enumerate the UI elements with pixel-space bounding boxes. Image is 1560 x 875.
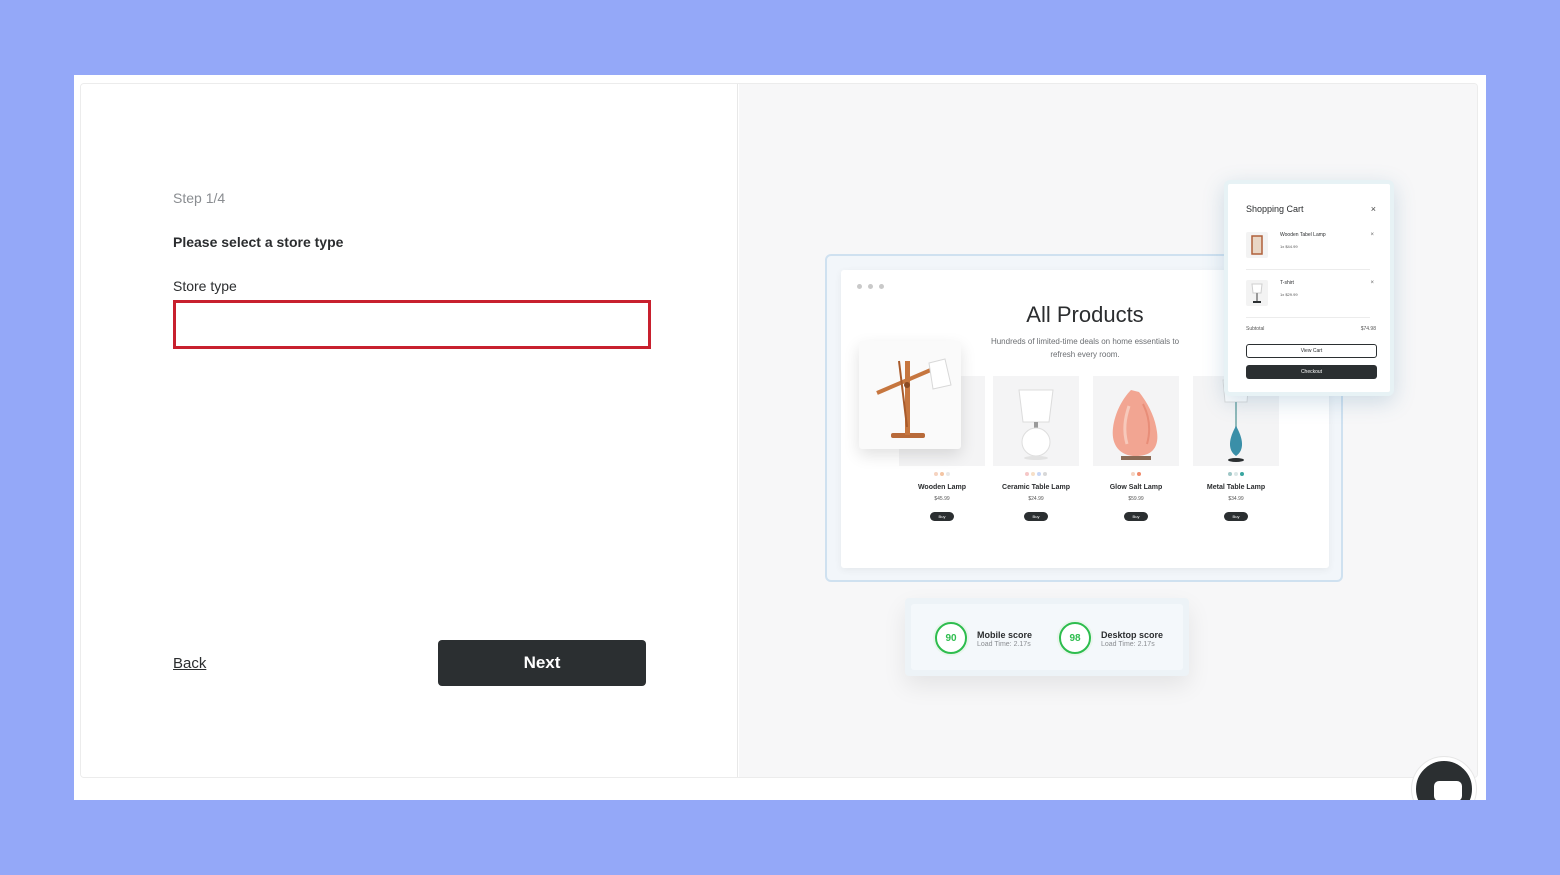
color-swatch <box>1228 472 1232 476</box>
next-button[interactable]: Next <box>438 640 646 686</box>
color-swatch <box>1131 472 1135 476</box>
score-ring: 98 <box>1059 622 1091 654</box>
color-swatch <box>1137 472 1141 476</box>
product-name: Metal Table Lamp <box>1206 484 1266 491</box>
cart-item-thumbnail <box>1246 280 1268 306</box>
cart-item-price: 1x $29.99 <box>1280 292 1298 297</box>
mobile-score: 90 Mobile score Load Time: 2.17s <box>935 622 1055 654</box>
score-load-time: Load Time: 2.17s <box>1101 641 1155 648</box>
cart-item: T-shirt 1x $29.99 × <box>1246 280 1374 310</box>
chat-bubble-icon <box>1434 781 1462 800</box>
cart-title: Shopping Cart <box>1246 204 1304 214</box>
color-swatch <box>934 472 938 476</box>
product-price: $24.99 <box>1028 496 1044 502</box>
color-swatch <box>1031 472 1035 476</box>
wizard-panel: Step 1/4 Please select a store type Stor… <box>81 84 738 777</box>
store-type-label: Store type <box>173 278 237 294</box>
cart-item-price: 1x $44.99 <box>1280 244 1298 249</box>
product-card: Metal Table Lamp $34.99 Buy <box>1193 376 1279 521</box>
featured-lamp-card <box>859 341 961 449</box>
divider <box>1246 269 1370 270</box>
desktop-score: 98 Desktop score Load Time: 2.17s <box>1059 622 1179 654</box>
buy-button: Buy <box>1024 512 1048 521</box>
preview-subtitle: Hundreds of limited-time deals on home e… <box>990 337 1180 359</box>
score-load-time: Load Time: 2.17s <box>977 641 1031 648</box>
color-swatch <box>1234 472 1238 476</box>
color-swatch <box>1025 472 1029 476</box>
product-price: $59.99 <box>1128 496 1144 502</box>
cart-item: Wooden Tabel Lamp 1x $44.99 × <box>1246 232 1374 262</box>
cart-item-name: Wooden Tabel Lamp <box>1280 232 1326 238</box>
color-swatches <box>1193 472 1279 476</box>
performance-scores: 90 Mobile score Load Time: 2.17s 98 Desk… <box>905 598 1189 676</box>
ceramic-lamp-image <box>993 376 1079 466</box>
product-name: Wooden Lamp <box>917 484 967 491</box>
cart-item-name: T-shirt <box>1280 280 1294 286</box>
product-name: Glow Salt Lamp <box>1109 484 1163 491</box>
salt-lamp-image <box>1093 376 1179 466</box>
color-swatch <box>1240 472 1244 476</box>
page-title: Please select a store type <box>173 234 344 250</box>
step-indicator: Step 1/4 <box>173 190 226 206</box>
onboarding-card: Step 1/4 Please select a store type Stor… <box>80 83 1478 778</box>
color-swatch <box>940 472 944 476</box>
window-dots <box>857 284 884 289</box>
color-swatch <box>946 472 950 476</box>
buy-button: Buy <box>930 512 954 521</box>
product-card: Ceramic Table Lamp $24.99 Buy <box>993 376 1079 521</box>
checkout-button: Checkout <box>1246 365 1377 379</box>
view-cart-button: View Cart <box>1246 344 1377 358</box>
score-name: Mobile score <box>977 630 1033 640</box>
close-icon: × <box>1370 204 1376 214</box>
subtotal-label: Subtotal <box>1246 326 1265 332</box>
color-swatch <box>1037 472 1041 476</box>
store-type-input[interactable] <box>173 300 651 349</box>
app-frame: Step 1/4 Please select a store type Stor… <box>74 75 1486 800</box>
remove-icon: × <box>1370 280 1374 286</box>
score-ring: 90 <box>935 622 967 654</box>
buy-button: Buy <box>1124 512 1148 521</box>
color-swatches <box>899 472 985 476</box>
product-price: $45.99 <box>934 496 950 502</box>
product-card: Glow Salt Lamp $59.99 Buy <box>1093 376 1179 521</box>
cart-item-thumbnail <box>1246 232 1268 258</box>
divider <box>1246 317 1370 318</box>
preview-panel: All Products Hundreds of limited-time de… <box>739 84 1477 777</box>
shopping-cart-popup: Shopping Cart × Wooden Tabel Lamp 1x $44… <box>1224 180 1394 396</box>
color-swatches <box>1093 472 1179 476</box>
product-price: $34.99 <box>1228 496 1244 502</box>
scores-inner: 90 Mobile score Load Time: 2.17s 98 Desk… <box>911 604 1183 670</box>
color-swatch <box>1043 472 1047 476</box>
subtotal-value: $74.98 <box>1360 326 1376 332</box>
buy-button: Buy <box>1224 512 1248 521</box>
color-swatches <box>993 472 1079 476</box>
score-name: Desktop score <box>1101 630 1164 640</box>
remove-icon: × <box>1370 232 1374 238</box>
back-link[interactable]: Back <box>173 655 206 672</box>
product-name: Ceramic Table Lamp <box>1002 484 1070 491</box>
